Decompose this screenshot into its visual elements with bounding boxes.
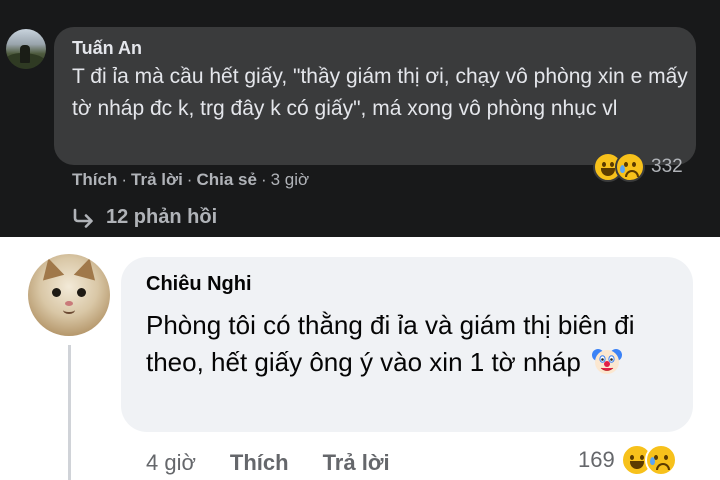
thread-line: [68, 345, 71, 480]
comment-dark: Tuấn An T đi ỉa mà cầu hết giấy, "thầy g…: [0, 0, 720, 237]
comment-text: Phòng tôi có thằng đi ỉa và giám thị biê…: [146, 307, 676, 381]
comment-author[interactable]: Chiêu Nghi: [146, 273, 252, 296]
comment-author[interactable]: Tuấn An: [72, 38, 142, 59]
replies-count-label: 12 phản hồi: [106, 206, 218, 228]
comment-actions: 4 giờ Thích Trả lời: [146, 450, 390, 476]
sad-icon: [615, 152, 645, 182]
timestamp[interactable]: 3 giờ: [271, 170, 310, 189]
reaction-summary[interactable]: 332: [593, 152, 683, 182]
reply-link[interactable]: Trả lời: [323, 450, 390, 475]
cat-eye: [52, 288, 61, 297]
reaction-count: 169: [578, 447, 615, 472]
cat-ear: [37, 255, 65, 281]
avatar-figure: [20, 45, 30, 63]
sad-icon: [644, 444, 677, 476]
view-replies-link[interactable]: 12 phản hồi: [72, 206, 217, 229]
cat-ear: [73, 255, 101, 281]
avatar[interactable]: [28, 254, 110, 336]
like-link[interactable]: Thích: [72, 170, 117, 189]
share-link[interactable]: Chia sẻ: [196, 170, 256, 189]
comment-text-body: Phòng tôi có thằng đi ỉa và giám thị biê…: [146, 310, 635, 377]
avatar[interactable]: [6, 29, 46, 69]
separator-dot: ·: [121, 170, 128, 189]
comment-light: Chiêu Nghi Phòng tôi có thằng đi ỉa và g…: [0, 237, 720, 480]
separator-dot: ·: [260, 170, 267, 189]
cat-mouth: [63, 306, 75, 314]
reaction-count: 332: [651, 156, 683, 177]
reaction-summary[interactable]: 169: [578, 444, 677, 476]
like-link[interactable]: Thích: [230, 450, 289, 475]
reply-link[interactable]: Trả lời: [131, 170, 183, 189]
reply-arrow-icon: [73, 208, 93, 228]
cat-eye: [77, 288, 86, 297]
separator-dot: ·: [186, 170, 193, 189]
timestamp[interactable]: 4 giờ: [146, 450, 196, 475]
comment-actions: Thích · Trả lời · Chia sẻ · 3 giờ: [72, 170, 309, 190]
comment-text: T đi ỉa mà cầu hết giấy, "thầy giám thị …: [72, 65, 688, 120]
clown-face-icon: [592, 349, 623, 374]
